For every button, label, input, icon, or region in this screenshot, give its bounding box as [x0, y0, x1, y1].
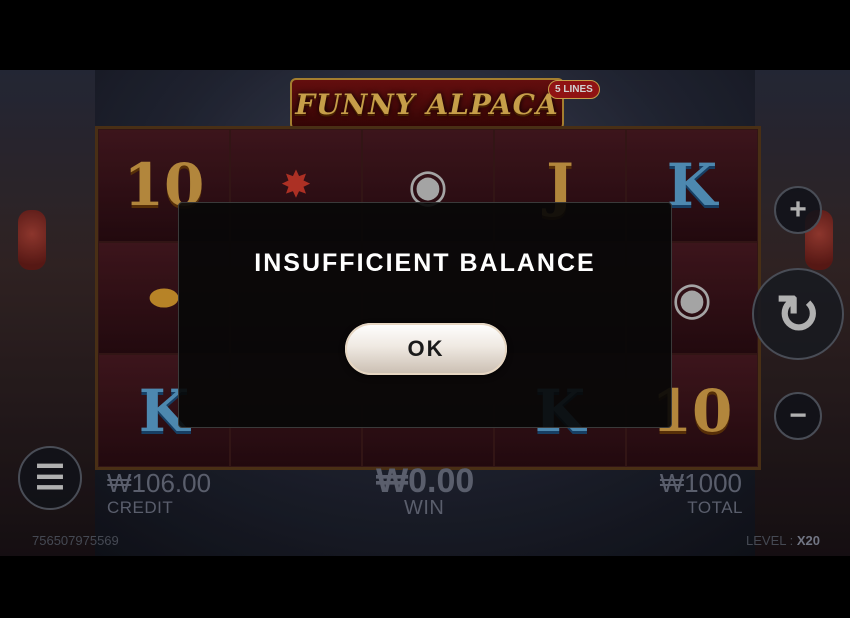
dialog-message: INSUFFICIENT BALANCE	[254, 249, 596, 277]
insufficient-balance-dialog: INSUFFICIENT BALANCE OK	[178, 202, 672, 428]
ok-button[interactable]: OK	[345, 323, 507, 375]
